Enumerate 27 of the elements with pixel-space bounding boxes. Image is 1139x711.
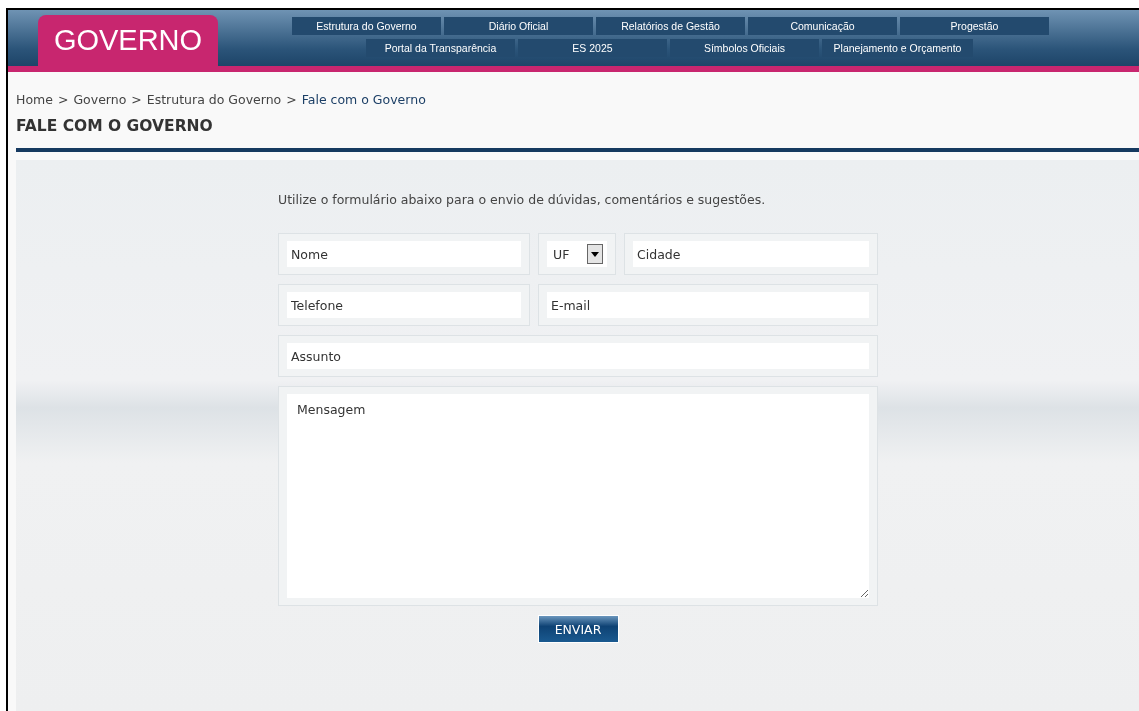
- breadcrumb-link[interactable]: Estrutura do Governo: [146, 92, 282, 107]
- nav-link[interactable]: ES 2025: [518, 39, 667, 57]
- text-field[interactable]: Cidade: [633, 241, 869, 267]
- nav-link[interactable]: Progestão: [900, 17, 1049, 35]
- nav-link[interactable]: Estrutura do Governo: [292, 17, 441, 35]
- state-select[interactable]: UF: [547, 241, 607, 267]
- breadcrumb-link[interactable]: Home: [16, 92, 53, 107]
- text-field[interactable]: Telefone: [287, 292, 521, 318]
- nav-link[interactable]: Portal da Transparência: [366, 39, 515, 57]
- text-field[interactable]: E-mail: [547, 292, 869, 318]
- breadcrumb-separator: >: [286, 92, 297, 107]
- breadcrumb-separator: >: [131, 92, 142, 107]
- breadcrumb-separator: >: [57, 92, 69, 107]
- breadcrumb-link[interactable]: Governo: [73, 92, 127, 107]
- breadcrumb-link[interactable]: Fale com o Governo: [301, 92, 426, 107]
- page-title: FALE COM O GOVERNO: [16, 117, 214, 135]
- nav-link[interactable]: Planejamento e Orçamento: [822, 39, 973, 57]
- nav-link[interactable]: Comunicação: [748, 17, 897, 35]
- intro-text: Utilize o formulário abaixo para o envio de dúvidas, comentários e sugestões.: [278, 192, 767, 207]
- site-logo[interactable]: GOVERNO: [38, 15, 218, 66]
- message-field[interactable]: Mensagem: [287, 394, 869, 598]
- nav-link[interactable]: Relatórios de Gestão: [596, 17, 745, 35]
- nav-link[interactable]: Símbolos Oficiais: [670, 39, 819, 57]
- text-field[interactable]: Nome: [287, 241, 521, 267]
- nav-link[interactable]: Diário Oficial: [444, 17, 593, 35]
- submit-button[interactable]: ENVIAR: [537, 615, 619, 643]
- text-field[interactable]: Assunto: [287, 343, 869, 369]
